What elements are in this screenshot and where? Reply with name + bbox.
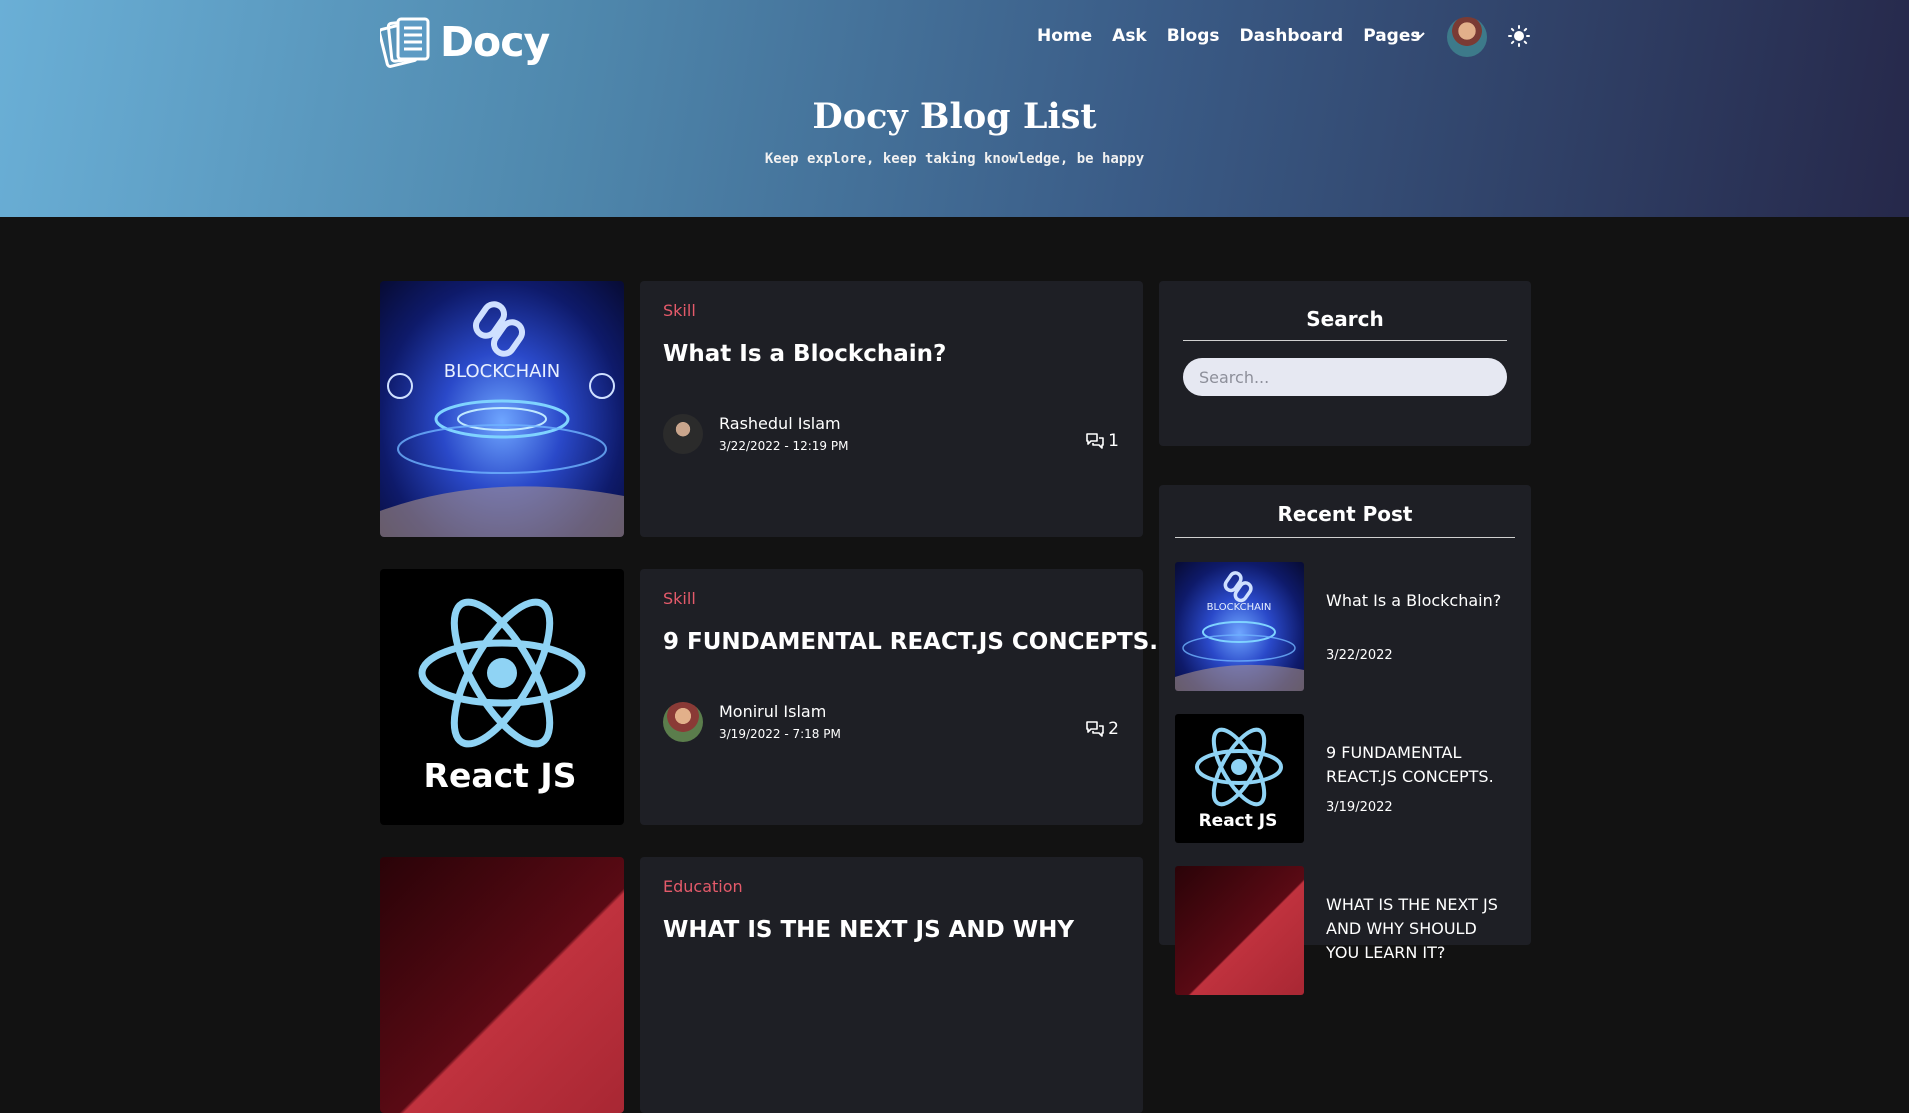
author-name: Rashedul Islam: [719, 414, 841, 433]
nav-ask[interactable]: Ask: [1112, 26, 1147, 46]
post-title[interactable]: What Is a Blockchain?: [663, 341, 1133, 367]
recent-post-date: 3/19/2022: [1326, 800, 1393, 815]
react-image-label: React JS: [1199, 811, 1278, 831]
post-title[interactable]: 9 FUNDAMENTAL REACT.JS CONCEPTS.: [663, 629, 1158, 655]
post-date: 3/22/2022 - 12:19 PM: [719, 439, 849, 453]
post-thumbnail[interactable]: React JS: [380, 569, 624, 825]
comments-count[interactable]: 2: [1086, 719, 1119, 739]
blockchain-image-label: BLOCKCHAIN: [1207, 602, 1272, 613]
main-nav: Home Ask Blogs Dashboard Pages: [1037, 26, 1441, 46]
search-widget-title: Search: [1306, 307, 1384, 331]
post-category[interactable]: Skill: [663, 589, 696, 608]
divider: [1175, 537, 1515, 538]
page-subtitle: Keep explore, keep taking knowledge, be …: [764, 151, 1145, 167]
brand-logo[interactable]: Docy: [380, 16, 550, 68]
post-category[interactable]: Education: [663, 877, 743, 896]
post-thumbnail[interactable]: [380, 857, 624, 1113]
blockchain-image-icon: BLOCKCHAIN: [380, 301, 624, 537]
search-widget: Search: [1159, 281, 1531, 446]
docs-logo-icon: [380, 17, 430, 68]
sun-icon[interactable]: [1508, 25, 1530, 47]
recent-post-thumbnail[interactable]: React JS: [1175, 714, 1304, 843]
comment-icon: [1086, 721, 1104, 737]
post-title[interactable]: WHAT IS THE NEXT JS AND WHY: [663, 917, 1133, 943]
recent-post-title[interactable]: 9 FUNDAMENTAL REACT.JS CONCEPTS.: [1326, 741, 1511, 789]
react-image-label: React JS: [424, 756, 577, 795]
brand-name: Docy: [440, 18, 550, 66]
chevron-down-icon[interactable]: [1414, 29, 1426, 41]
hero-banner: Docy Home Ask Blogs Dashboard Pages Docy…: [0, 0, 1909, 217]
blockchain-image-label: BLOCKCHAIN: [444, 361, 560, 382]
comments-number: 2: [1108, 719, 1119, 739]
recent-post-date: 3/22/2022: [1326, 648, 1393, 663]
react-logo-icon: React JS: [418, 598, 586, 795]
recent-post-title[interactable]: What Is a Blockchain?: [1326, 589, 1511, 613]
comments-count[interactable]: 1: [1086, 431, 1119, 451]
recent-posts-title: Recent Post: [1277, 502, 1413, 526]
post-date: 3/19/2022 - 7:18 PM: [719, 727, 841, 741]
page-title: Docy Blog List: [812, 96, 1097, 137]
divider: [1183, 340, 1507, 341]
post-thumbnail[interactable]: BLOCKCHAIN: [380, 281, 624, 537]
recent-posts-widget: Recent Post BLOCKCHAIN What Is a Blockch…: [1159, 485, 1531, 995]
nav-blogs[interactable]: Blogs: [1167, 26, 1220, 46]
blockchain-image-icon: BLOCKCHAIN: [1175, 571, 1304, 691]
recent-post-thumbnail[interactable]: BLOCKCHAIN: [1175, 562, 1304, 691]
post-card: Education WHAT IS THE NEXT JS AND WHY: [640, 857, 1143, 1113]
post-category[interactable]: Skill: [663, 301, 696, 320]
user-avatar[interactable]: [1447, 17, 1487, 57]
author-avatar: [663, 414, 703, 454]
comments-number: 1: [1108, 431, 1119, 451]
react-logo-icon: React JS: [1195, 727, 1283, 831]
author-avatar: [663, 702, 703, 742]
recent-post-thumbnail[interactable]: [1175, 866, 1304, 995]
search-input[interactable]: [1183, 358, 1507, 396]
recent-post-item[interactable]: WHAT IS THE NEXT JS AND WHY SHOULD YOU L…: [1175, 866, 1515, 996]
recent-post-title[interactable]: WHAT IS THE NEXT JS AND WHY SHOULD YOU L…: [1326, 893, 1511, 965]
post-card: Skill 9 FUNDAMENTAL REACT.JS CONCEPTS. M…: [640, 569, 1158, 825]
nav-dashboard[interactable]: Dashboard: [1240, 26, 1344, 46]
nav-home[interactable]: Home: [1037, 26, 1092, 46]
comment-icon: [1086, 433, 1104, 449]
post-card: Skill What Is a Blockchain? Rashedul Isl…: [640, 281, 1143, 537]
nav-pages[interactable]: Pages: [1363, 26, 1420, 46]
recent-post-item[interactable]: BLOCKCHAIN What Is a Blockchain? 3/22/20…: [1175, 562, 1515, 692]
recent-post-item[interactable]: React JS 9 FUNDAMENTAL REACT.JS CONCEPTS…: [1175, 714, 1515, 844]
author-name: Monirul Islam: [719, 702, 827, 721]
